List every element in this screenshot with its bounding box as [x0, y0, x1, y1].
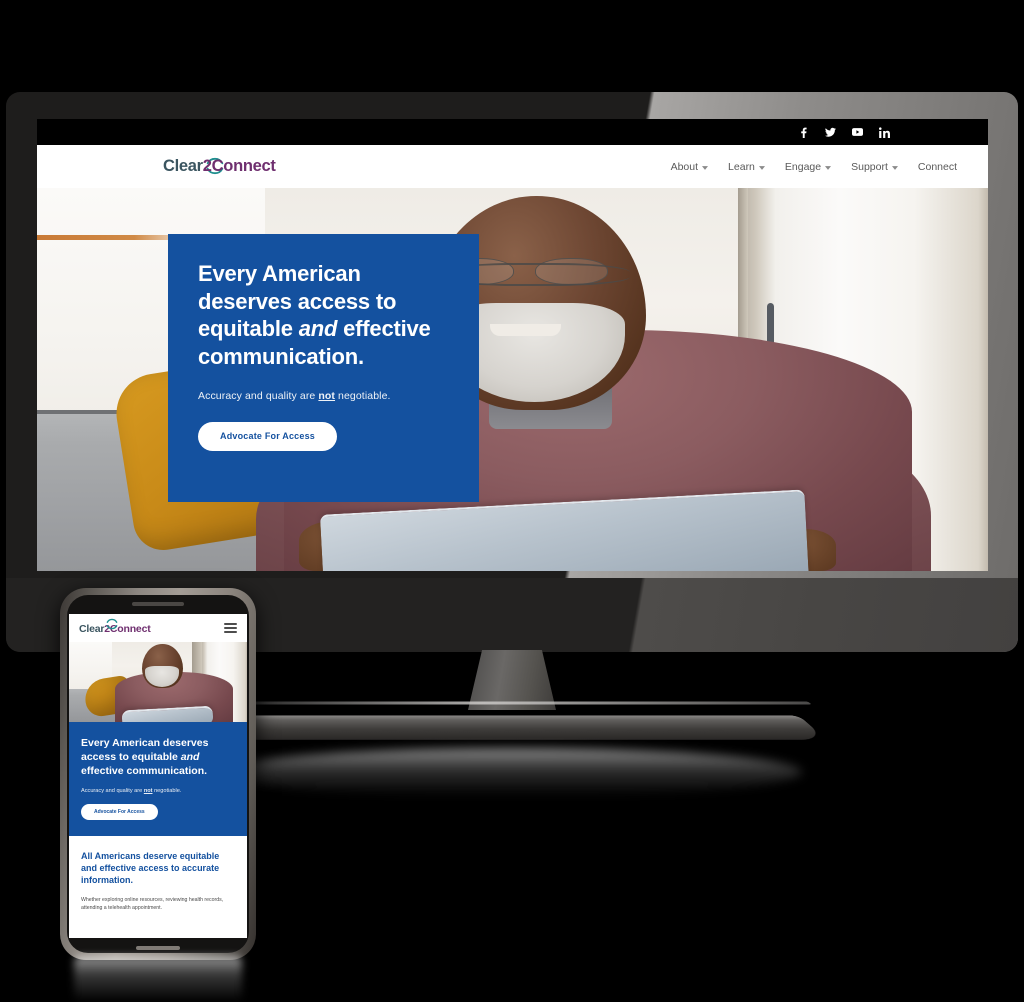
facebook-icon[interactable]: [798, 127, 809, 138]
nav-label-about: About: [670, 160, 699, 173]
hero-subtitle: Accuracy and quality are not negotiable.: [198, 390, 449, 402]
desktop-screen: Clear2Connect About Learn Engage Support…: [37, 119, 988, 571]
mobile-section-heading: All Americans deserve equitable and effe…: [81, 850, 220, 885]
chevron-down-icon: [825, 165, 832, 170]
mobile-hero-sub-b: negotiable.: [152, 787, 182, 794]
hero-section: Every American deserves access to equita…: [37, 188, 988, 571]
logo-text-connect: Connect: [211, 157, 276, 175]
phone-speaker: [132, 602, 184, 606]
mobile-advocate-for-access-button[interactable]: Advocate For Access: [81, 803, 158, 820]
phone-home-indicator: [136, 946, 180, 950]
hero-title-emphasis: and: [298, 316, 338, 342]
logo-text-clear: Clear: [163, 157, 203, 175]
hero-sub-underline: not: [318, 389, 336, 402]
youtube-icon[interactable]: [852, 127, 863, 138]
nav-item-about[interactable]: About: [670, 160, 709, 173]
mobile-screen: Clear2Connect Every American deserves ac…: [69, 614, 247, 938]
chevron-down-icon: [702, 165, 709, 170]
nav-item-learn[interactable]: Learn: [728, 161, 765, 173]
hero-title: Every American deserves access to equita…: [198, 260, 449, 371]
monitor-stand-base: [197, 715, 827, 740]
mobile-hero-title-emphasis: and: [180, 751, 200, 764]
site-nav-links: About Learn Engage Support Connect: [671, 161, 957, 173]
linkedin-icon[interactable]: [879, 126, 890, 138]
hero-sub-a: Accuracy and quality are: [198, 389, 319, 402]
hero-title-line3-a: equitable: [198, 316, 299, 342]
mobile-section-body: Whether exploring online resources, revi…: [81, 896, 224, 911]
mobile-phone: Clear2Connect Every American deserves ac…: [60, 588, 256, 960]
nav-label-engage: Engage: [784, 160, 822, 173]
site-logo[interactable]: Clear2Connect: [163, 157, 276, 176]
mockup-stage: Clear2Connect About Learn Engage Support…: [0, 0, 1024, 1002]
mobile-info-section: All Americans deserve equitable and effe…: [69, 835, 247, 923]
nav-item-support[interactable]: Support: [851, 161, 898, 173]
mobile-navbar: Clear2Connect: [69, 614, 247, 642]
monitor-reflection: [222, 748, 802, 796]
mobile-hero-photo: [69, 642, 247, 722]
mobile-site-logo[interactable]: Clear2Connect: [79, 617, 151, 637]
twitter-icon[interactable]: [825, 127, 836, 138]
hero-title-line4: communication.: [198, 344, 364, 370]
nav-item-engage[interactable]: Engage: [784, 160, 832, 173]
hero-title-line2: deserves access to: [198, 288, 397, 314]
mobile-logo-ring-icon: [105, 617, 119, 631]
site-navbar: Clear2Connect About Learn Engage Support…: [37, 145, 988, 188]
mobile-hero-card: Every American deserves access to equita…: [69, 722, 247, 836]
chevron-down-icon: [758, 165, 765, 170]
hero-card: Every American deserves access to equita…: [168, 234, 479, 502]
mobile-hero-subtitle: Accuracy and quality are not negotiable.: [81, 788, 235, 794]
mobile-hero-title: Every American deserves access to equita…: [81, 736, 235, 779]
hero-sub-b: negotiable.: [335, 389, 391, 402]
desktop-monitor: Clear2Connect About Learn Engage Support…: [6, 92, 1018, 652]
social-bar: [37, 119, 988, 145]
mobile-hero-sub-a: Accuracy and quality are: [81, 787, 144, 794]
chevron-down-icon: [891, 165, 898, 170]
mobile-hero-title-b: effective communication.: [81, 765, 208, 778]
hero-title-line3-b: effective: [337, 316, 431, 342]
hero-title-line1: Every American: [198, 261, 361, 286]
nav-label-learn: Learn: [728, 160, 755, 173]
advocate-for-access-button[interactable]: Advocate For Access: [198, 421, 338, 451]
phone-reflection: [74, 956, 242, 1002]
hamburger-menu-icon[interactable]: [224, 623, 237, 633]
logo-text-two: 2: [202, 157, 212, 175]
nav-item-connect[interactable]: Connect: [918, 161, 957, 173]
mobile-hero-sub-underline: not: [143, 787, 153, 794]
monitor-stand-base-highlight: [212, 701, 812, 705]
nav-label-connect: Connect: [917, 160, 957, 173]
nav-label-support: Support: [851, 160, 888, 173]
mobile-logo-text-clear: Clear: [79, 623, 105, 635]
